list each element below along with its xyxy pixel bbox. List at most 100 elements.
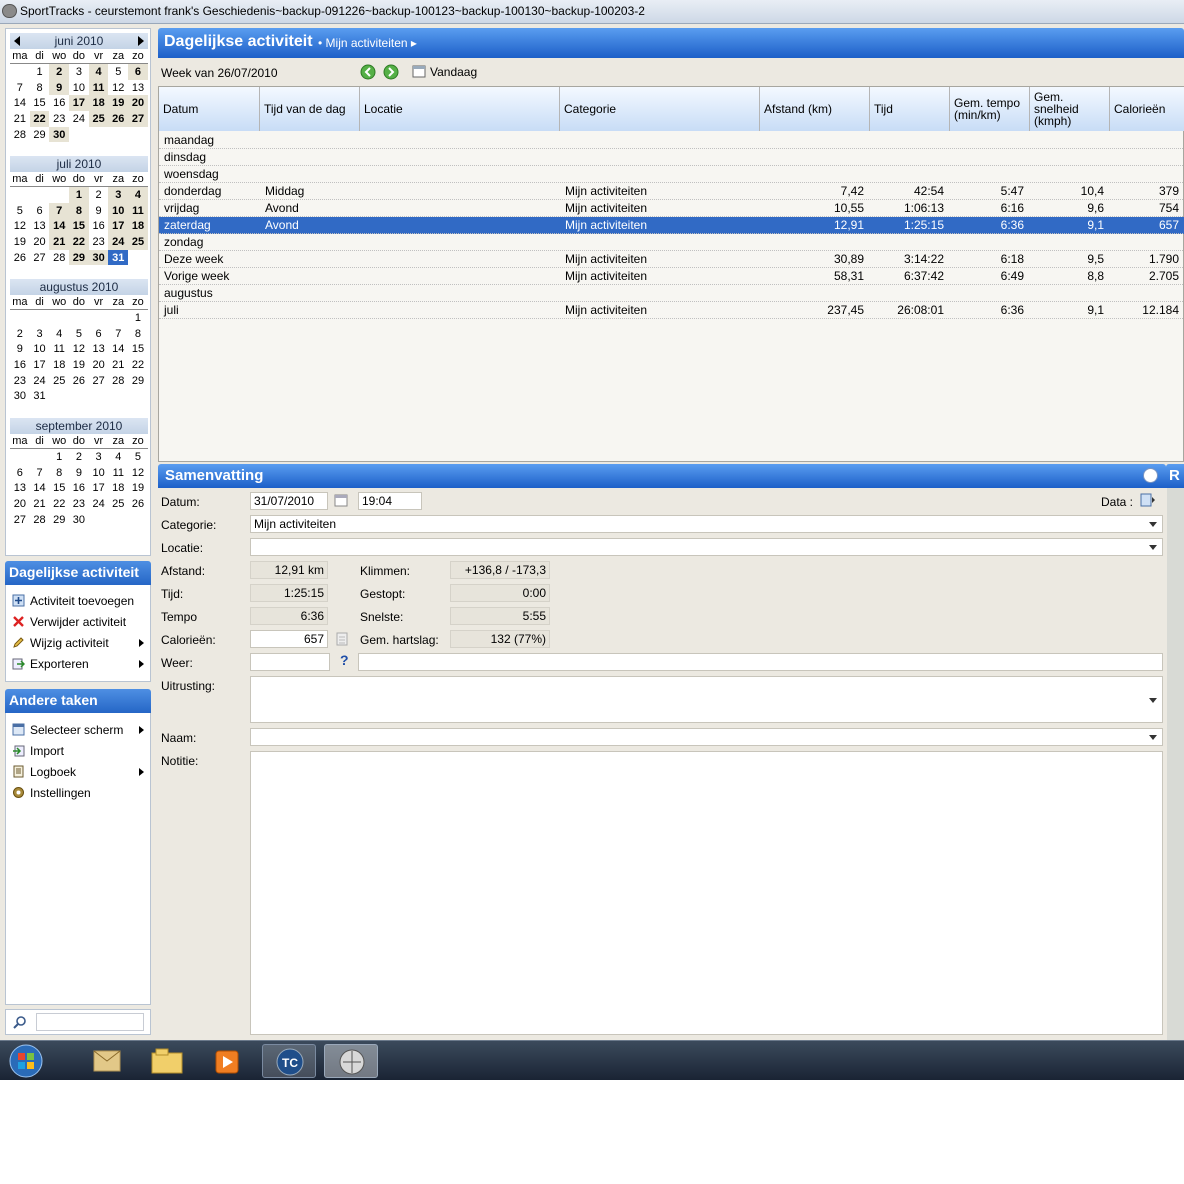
calendar-day[interactable]: 17 [30,357,50,373]
calendar-day[interactable]: 6 [89,326,109,342]
calendar-day[interactable]: 29 [69,249,89,266]
name-select[interactable] [250,728,1163,746]
calendar-day[interactable]: 28 [10,127,30,143]
calendar-day[interactable]: 4 [128,187,148,203]
calendar-day[interactable]: 20 [128,95,148,112]
calendar-day[interactable]: 25 [88,111,109,127]
table-row[interactable]: augustus [159,285,1184,302]
calendar-day[interactable]: 1 [49,449,69,465]
calendar-day[interactable]: 5 [108,64,128,80]
calendar-day[interactable]: 1 [69,187,89,203]
calendar-day[interactable]: 19 [108,95,129,112]
calendar-day[interactable]: 3 [69,64,89,80]
calendar-day[interactable]: 5 [69,326,89,342]
calendar-day[interactable]: 11 [108,465,128,481]
calendar-day[interactable]: 8 [30,80,50,96]
calendar-day[interactable]: 23 [49,111,69,127]
previous-week-icon[interactable] [360,64,376,80]
tasks-other-header[interactable]: Andere taken [5,689,151,713]
calendar-day[interactable]: 6 [128,64,148,80]
calendar-day[interactable]: 23 [69,496,89,512]
calendar-day[interactable]: 10 [108,202,129,219]
calendar-day[interactable]: 13 [10,480,30,496]
table-row[interactable]: juli Mijn activiteiten 237,45 26:08:01 6:36 9… [159,302,1184,319]
logbook-task[interactable]: Logboek [10,763,146,781]
calendar-day[interactable]: 1 [128,310,148,326]
taskbar-outlook-icon[interactable] [80,1044,134,1078]
calculator-icon[interactable] [335,632,349,646]
calendar-day[interactable]: 9 [10,341,30,357]
equipment-field[interactable] [250,676,1163,723]
calendar-day[interactable]: 13 [30,218,50,234]
taskbar-media-player-icon[interactable] [200,1044,254,1078]
calendar-day[interactable]: 25 [108,496,128,512]
calendar-day[interactable]: 9 [49,79,70,96]
calendar-day[interactable]: 13 [128,80,148,96]
calendar-day[interactable]: 26 [108,111,129,127]
calendar-day[interactable]: 30 [10,388,30,404]
calendar-day[interactable]: 8 [69,202,89,219]
calendar-day[interactable]: 12 [128,465,148,481]
export-task[interactable]: Exporteren [10,655,146,673]
next-month-icon[interactable] [138,36,144,46]
previous-month-icon[interactable] [14,36,20,46]
taskbar-sporttracks-icon[interactable] [324,1044,378,1078]
calendar-day[interactable]: 9 [69,465,89,481]
calendar-day[interactable]: 14 [108,341,128,357]
table-row[interactable]: zondag [159,234,1184,251]
import-task[interactable]: Import [10,742,146,760]
calendar-day[interactable]: 22 [49,496,69,512]
calendar-day[interactable]: 14 [49,218,70,235]
calendar-day[interactable]: 3 [108,187,129,203]
calendar-day[interactable]: 5 [128,449,148,465]
calendar-day[interactable]: 10 [69,80,89,96]
table-row[interactable]: zaterdag Avond Mijn activiteiten 12,91 1:25:… [159,217,1184,234]
calendar-day[interactable]: 20 [30,234,50,250]
calendar-day[interactable]: 19 [69,357,89,373]
search-input[interactable] [36,1013,144,1031]
calendar-day[interactable]: 1 [30,64,50,80]
table-row[interactable]: donderdag Middag Mijn activiteiten 7,42 42:5… [159,183,1184,200]
calendar-day[interactable]: 23 [10,373,30,389]
calendar-day[interactable]: 28 [108,373,128,389]
calendar-day[interactable]: 22 [128,357,148,373]
calendar-day[interactable]: 20 [10,496,30,512]
calendar-day[interactable]: 9 [89,203,109,219]
column-header[interactable]: Gem. snelheid (kmph) [1030,87,1110,131]
calendar-day[interactable]: 17 [89,480,109,496]
calendar-day[interactable]: 26 [10,250,30,266]
calendar-day[interactable]: 12 [108,80,128,96]
calendar-day[interactable]: 22 [69,234,89,250]
calendar-day[interactable]: 4 [49,326,69,342]
calendar-day[interactable]: 17 [108,218,129,235]
calendar-day[interactable]: 6 [10,465,30,481]
calendar-day[interactable]: 14 [10,95,30,111]
edit-activity-task[interactable]: Wijzig activiteit [10,634,146,652]
calendar-day[interactable]: 27 [128,111,148,127]
calendar-day[interactable]: 19 [128,480,148,496]
column-header[interactable]: Categorie [560,87,760,131]
calendar-day[interactable]: 2 [69,449,89,465]
calendar-day[interactable]: 18 [108,480,128,496]
calendar-day[interactable]: 28 [49,250,69,266]
column-header[interactable]: Gem. tempo (min/km) [950,87,1030,131]
breadcrumb[interactable]: • Mijn activiteiten ▸ [318,36,417,50]
calendar-day[interactable]: 15 [128,341,148,357]
data-menu-icon[interactable] [1140,493,1156,507]
calendar-day[interactable]: 10 [89,465,109,481]
calendar-day[interactable]: 12 [10,218,30,234]
column-header[interactable]: Datum [159,87,260,131]
calendar-day[interactable]: 21 [49,234,70,250]
table-row[interactable]: woensdag [159,166,1184,183]
calendar-day[interactable]: 25 [128,234,148,250]
add-activity-task[interactable]: Activiteit toevoegen [10,592,146,610]
calendar-day[interactable]: 16 [69,480,89,496]
calendar-day[interactable]: 8 [49,465,69,481]
column-header[interactable]: Tijd [870,87,950,131]
calendar-day[interactable]: 20 [89,357,109,373]
calendar-day[interactable]: 29 [30,127,50,143]
category-select[interactable]: Mijn activiteiten [250,515,1163,533]
calendar-day[interactable]: 30 [49,126,70,143]
calendar-day[interactable]: 3 [89,449,109,465]
calendar-day[interactable]: 2 [10,326,30,342]
